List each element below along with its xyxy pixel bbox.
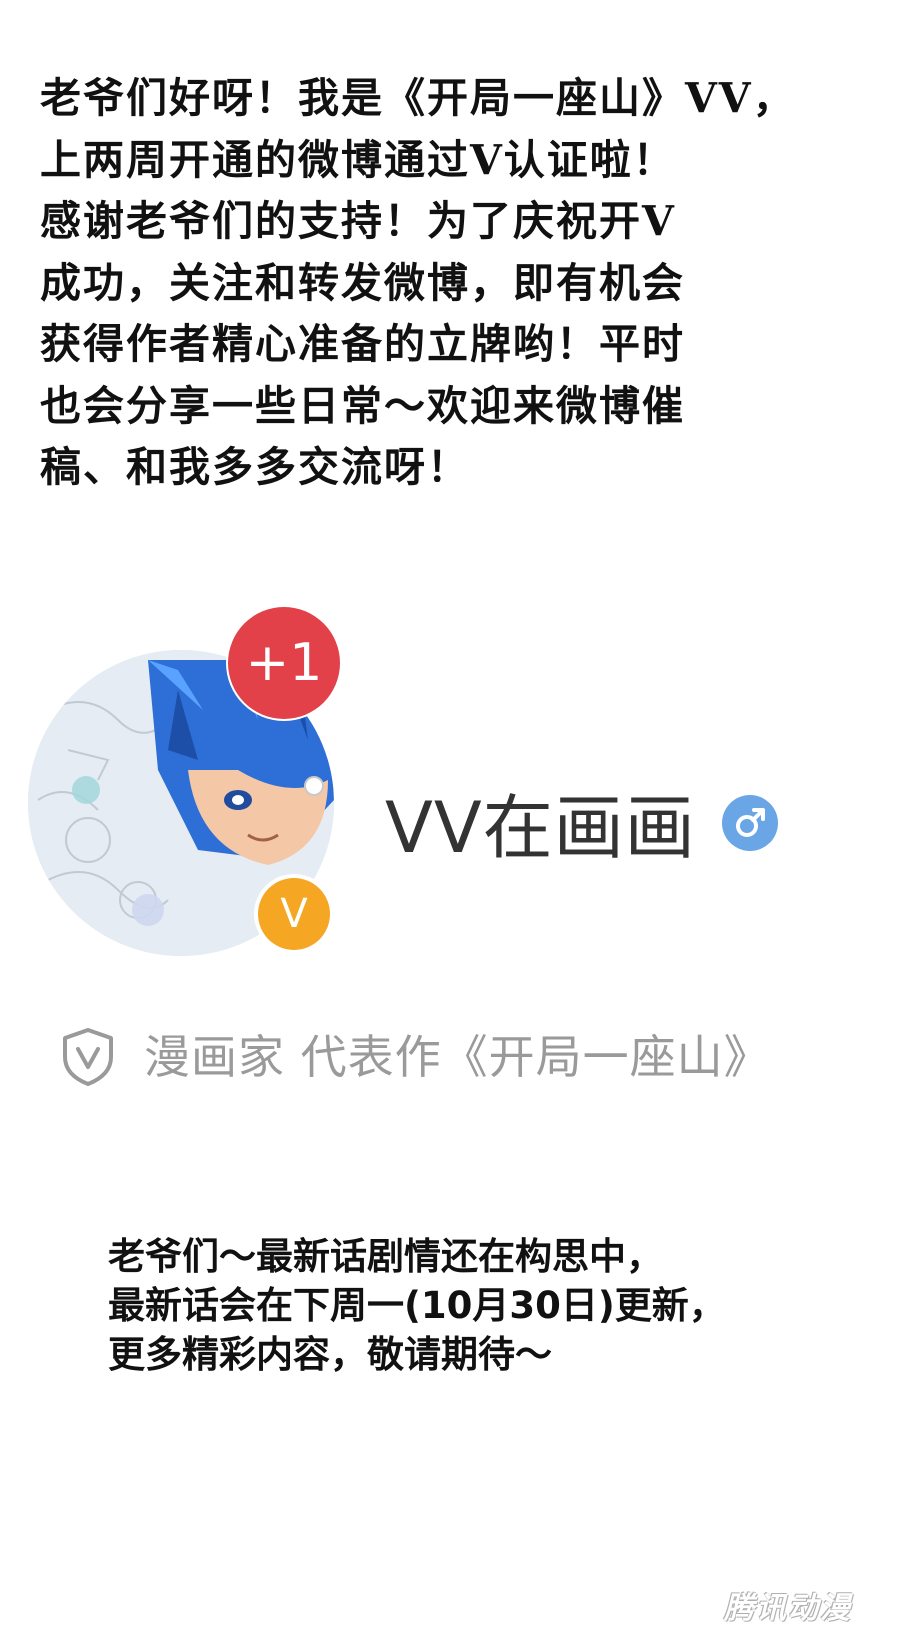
shield-v-icon xyxy=(63,1028,113,1086)
male-symbol xyxy=(736,808,765,837)
announcement-text: 老爷们好呀！我是《开局一座山》VV， 上两周开通的微博通过V认证啦！ 感谢老爷们… xyxy=(40,74,796,491)
watermark-logo: 腾讯动漫 xyxy=(724,1591,852,1626)
notification-badge: +1 xyxy=(228,607,340,719)
verified-badge-icon: V xyxy=(258,878,330,950)
certification-text: 漫画家 代表作《开局一座山》 xyxy=(144,1030,771,1084)
update-note: 老爷们～最新话剧情还在构思中， 最新话会在下周一(10月30日)更新， 更多精彩… xyxy=(108,1235,726,1376)
verified-badge-letter: V xyxy=(280,891,308,937)
male-icon xyxy=(722,795,778,851)
username[interactable]: VV在画画 xyxy=(385,788,696,868)
